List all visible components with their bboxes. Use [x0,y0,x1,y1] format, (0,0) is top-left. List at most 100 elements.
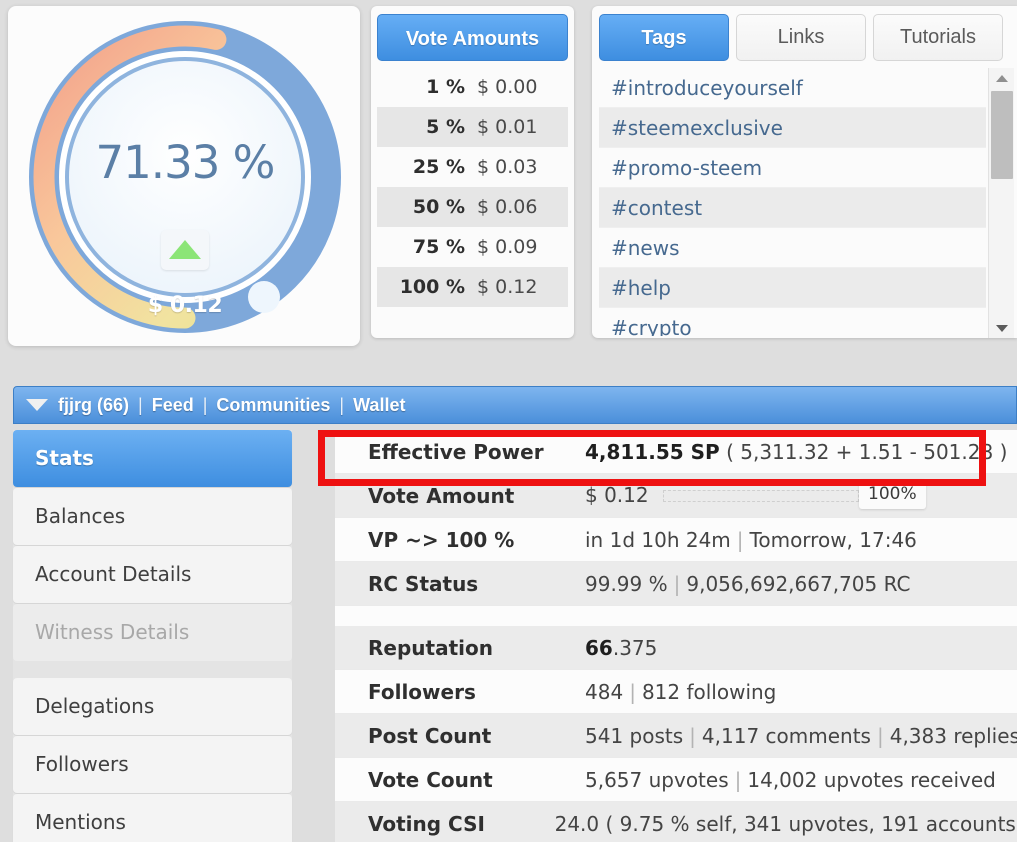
tab-tags[interactable]: Tags [599,14,729,61]
gauge-wrap: 71.33 % $ 0.12 [20,12,350,342]
tab-vote-amounts[interactable]: Vote Amounts [377,14,568,61]
stats-value: 99.99 % | 9,056,692,667,705 RC [585,572,1017,596]
navbar-separator: | [138,394,143,415]
voting-power-gauge-panel: 71.33 % $ 0.12 [8,6,360,346]
tags-panel-tabs: Tags Links Tutorials [599,14,1003,61]
vote-amount-row[interactable]: 1 % $ 0.00 [377,67,568,107]
stats-row-voting-csi: Voting CSI 24.0 ( 9.75 % self, 341 upvot… [335,802,1017,842]
vote-amounts-panel: Vote Amounts 1 % $ 0.00 5 % $ 0.01 25 % … [371,6,574,338]
navbar-link-communities[interactable]: Communities [216,395,330,416]
sidebar-item-balances[interactable]: Balances [13,488,292,545]
navbar-account-name[interactable]: fjjrg (66) [58,395,129,416]
stats-value: 541 posts | 4,117 comments | 4,383 replies [585,724,1017,748]
vp-eta: Tomorrow, 17:46 [749,527,917,552]
sidebar-item-stats[interactable]: Stats [13,430,292,487]
vote-amount-value: $ 0.03 [477,156,538,178]
gauge-amount-label: $ 0.12 [147,293,223,318]
stats-key: Post Count [368,723,492,748]
stats-key: Vote Count [368,767,493,792]
scroll-up-arrow-icon[interactable] [989,68,1015,88]
upvotes-given: 5,657 upvotes [585,767,729,792]
stats-table: Effective Power 4,811.55 SP ( 5,311.32 +… [335,430,1017,842]
reputation-frac: .375 [612,635,658,660]
stats-value: 66.375 [585,636,1017,660]
value-separator: | [689,723,696,748]
progress-track [662,490,859,503]
vote-amount-percent: 1 % [426,76,465,98]
sidebar-item-delegations[interactable]: Delegations [13,678,292,735]
tag-list-item[interactable]: #help [599,268,986,308]
sidebar-item-witness-details: Witness Details [13,604,292,661]
vp-countdown: in 1d 10h 24m [585,527,731,552]
tag-list-item[interactable]: #steemexclusive [599,108,986,148]
tag-list-item[interactable]: #contest [599,188,986,228]
sidebar-item-followers[interactable]: Followers [13,736,292,793]
vote-amount-percent: 25 % [412,156,465,178]
stats-row-post-count: Post Count 541 posts | 4,117 comments | 4,38… [335,714,1017,758]
vote-amount-percent: 100 % [399,276,465,298]
rc-percent: 99.99 % [585,571,668,596]
stats-key: Followers [368,679,476,704]
sidebar-divider [13,662,292,678]
scrollbar-thumb[interactable] [991,91,1013,179]
vote-amount-row[interactable]: 75 % $ 0.09 [377,227,568,267]
vote-amounts-list: 1 % $ 0.00 5 % $ 0.01 25 % $ 0.03 50 % $… [377,67,568,307]
followers-count: 484 [585,679,624,704]
account-dashboard: fjjrg (66) | Feed | Communities | Wallet… [13,386,1017,842]
tab-tutorials[interactable]: Tutorials [873,14,1003,61]
value-separator: | [736,527,744,552]
tags-list: #introduceyourself #steemexclusive #prom… [599,68,986,336]
chevron-down-icon[interactable] [26,399,48,411]
posts-count: 541 posts [585,723,684,748]
stats-value: $ 0.12 100% [585,479,1017,510]
stats-row-effective-power: Effective Power 4,811.55 SP ( 5,311.32 +… [335,430,1017,474]
navbar-separator: | [202,394,208,415]
stats-row-rc-status: RC Status 99.99 % | 9,056,692,667,705 RC [335,562,1017,606]
stats-key: Effective Power [368,439,544,464]
progress-label: 100% [859,479,926,510]
vote-amount-value: $ 0.12 [585,482,649,507]
value-separator: | [629,679,636,704]
stats-row-vp: VP ~> 100 % in 1d 10h 24m | Tomorrow, 17:4… [335,518,1017,562]
scroll-down-arrow-icon[interactable] [989,318,1015,338]
navbar-link-feed[interactable]: Feed [152,395,194,416]
vote-amount-value: $ 0.12 [477,276,538,298]
stats-key: Reputation [368,635,493,660]
replies-count: 4,383 replies [889,723,1017,748]
navbar-link-wallet[interactable]: Wallet [353,395,405,416]
stats-key: Vote Amount [368,483,515,508]
tag-list-item[interactable]: #news [599,228,986,268]
vote-amount-row[interactable]: 50 % $ 0.06 [377,187,568,227]
sidebar-item-mentions[interactable]: Mentions [13,794,292,842]
stats-row-reputation: Reputation 66.375 [335,626,1017,670]
upvotes-received: 14,002 upvotes received [747,767,996,792]
app-root: 71.33 % $ 0.12 Vote Amounts 1 % $ 0.00 5… [0,0,1017,842]
sidebar-item-account-details[interactable]: Account Details [13,546,292,603]
value-separator: | [673,571,681,596]
stats-row-vote-count: Vote Count 5,657 upvotes | 14,002 upvotes … [335,758,1017,802]
vote-amount-value: $ 0.00 [477,76,538,98]
stats-key: RC Status [368,571,479,596]
stats-row-vote-amount: Vote Amount $ 0.12 100% [335,474,1017,518]
vote-amount-row[interactable]: 25 % $ 0.03 [377,147,568,187]
effective-power-breakdown: ( 5,311.32 + 1.51 - 501.28 ) [726,439,1008,464]
vote-amount-row[interactable]: 100 % $ 0.12 [377,267,568,307]
stats-value: 484 | 812 following [585,680,1017,704]
vote-power-progress-bar: 100% [662,479,926,510]
tag-list-item[interactable]: #crypto [599,308,986,336]
vote-amount-row[interactable]: 5 % $ 0.01 [377,107,568,147]
vote-amount-percent: 50 % [412,196,465,218]
stats-key: Voting CSI [368,811,485,836]
reputation-int: 66 [585,635,613,660]
stats-key: VP ~> 100 % [368,527,515,552]
comments-count: 4,117 comments [701,723,871,748]
gauge-trend-up-icon [161,230,209,270]
following-count: 812 following [641,679,777,704]
tags-scrollbar[interactable] [988,68,1014,338]
tags-panel: Tags Links Tutorials #introduceyourself … [592,6,1017,338]
tag-list-item[interactable]: #introduceyourself [599,68,986,108]
tag-list-item[interactable]: #promo-steem [599,148,986,188]
tab-links[interactable]: Links [736,14,866,61]
stats-section-divider [335,606,1017,626]
rc-amount: 9,056,692,667,705 RC [686,571,911,596]
